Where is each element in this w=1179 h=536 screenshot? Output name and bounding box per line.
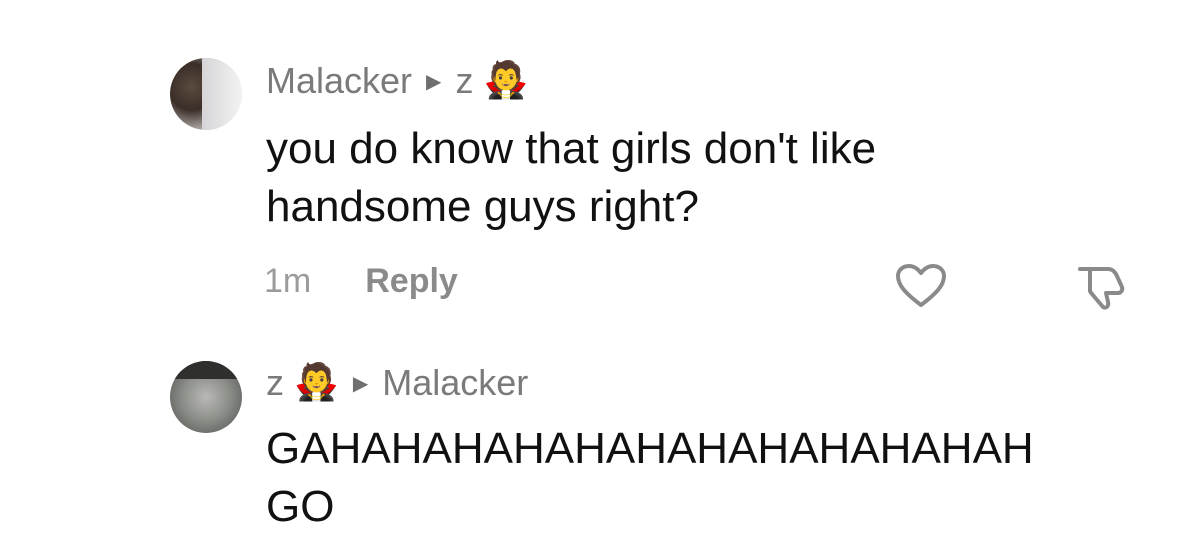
reply-arrow-icon: ▶ — [426, 70, 442, 93]
comment-text: you do know that girls don't like handso… — [266, 124, 877, 231]
comment-text: GAHAHAHAHAHAHAHAHAHAHAHAH GO — [266, 424, 1034, 531]
vampire-emoji-icon: 🧛 — [483, 60, 529, 101]
reply-to-name[interactable]: Malacker — [382, 362, 528, 404]
avatar[interactable] — [170, 361, 242, 433]
reply-arrow-icon: ▶ — [352, 372, 369, 395]
author-name[interactable]: z — [266, 362, 284, 404]
reply-button[interactable]: Reply — [365, 262, 458, 301]
thumbs-down-icon[interactable] — [1072, 263, 1128, 311]
timestamp: 1m — [264, 262, 312, 300]
comment-header: Malacker ▶ z 🧛 — [266, 60, 528, 102]
avatar[interactable] — [170, 58, 242, 130]
comment-header: z 🧛 ▶ Malacker — [266, 362, 528, 404]
vampire-emoji-icon: 🧛 — [294, 362, 339, 403]
reply-to-name[interactable]: z — [455, 60, 473, 102]
comment-meta: 1m Reply — [264, 262, 458, 301]
heart-icon[interactable] — [895, 263, 947, 309]
author-name[interactable]: Malacker — [266, 60, 412, 102]
